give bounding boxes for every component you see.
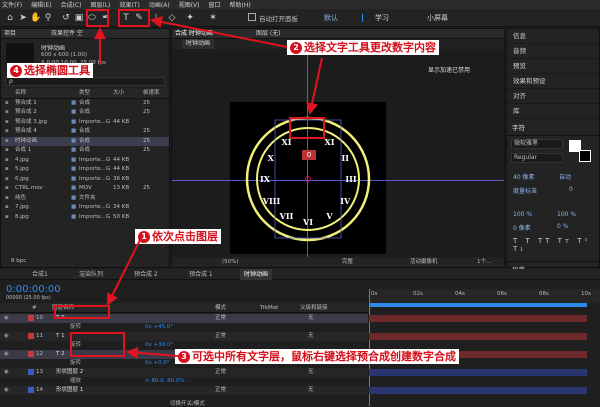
annotation-arrows — [94, 16, 323, 359]
